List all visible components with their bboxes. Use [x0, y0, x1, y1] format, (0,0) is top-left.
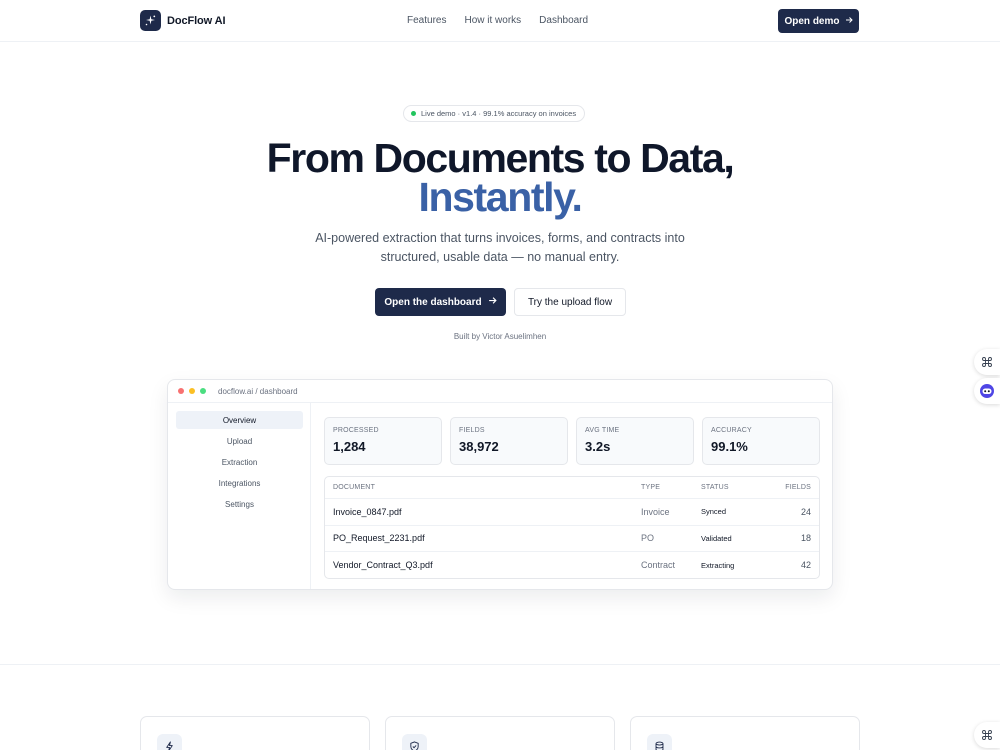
section-divider	[0, 664, 1000, 665]
feature-card-speed	[140, 716, 370, 750]
window-titlebar: docflow.ai / dashboard	[168, 380, 832, 403]
hero-title-period: .	[571, 174, 582, 220]
column-header-document[interactable]: DOCUMENT	[333, 477, 375, 498]
sidebar-item-overview[interactable]: Overview	[176, 411, 303, 429]
cell-fields: 24	[800, 506, 811, 517]
column-header-status[interactable]: STATUS	[701, 477, 729, 498]
column-header-fields[interactable]: FIELDS	[785, 477, 811, 498]
stat-value: 1,284	[333, 439, 366, 454]
stat-card-fields: FIELDS 38,972	[450, 417, 568, 465]
open-dashboard-button[interactable]: Open the dashboard	[375, 288, 506, 316]
stat-card-avg-time: AVG TIME 3.2s	[576, 417, 694, 465]
author-credit: Built by Victor Asuelimhen	[453, 332, 547, 341]
stat-value: 3.2s	[585, 439, 611, 454]
database-icon	[647, 734, 672, 750]
cell-type: Contract	[641, 560, 676, 571]
brand-logo[interactable]: DocFlow AI	[140, 10, 226, 31]
stat-label: ACCURACY	[711, 427, 752, 434]
cell-fields: 18	[800, 533, 811, 544]
stat-label: AVG TIME	[585, 427, 620, 434]
cell-status: Synced	[701, 507, 727, 517]
open-demo-label: Open demo	[784, 15, 840, 27]
try-upload-button[interactable]: Try the upload flow	[514, 288, 626, 316]
cell-document: PO_Request_2231.pdf	[333, 533, 425, 544]
dashboard-sidebar: Overview Upload Extraction Integrations …	[168, 403, 311, 589]
documents-table: DOCUMENT TYPE STATUS FIELDS Invoice_0847…	[324, 476, 820, 579]
hero-title-line2: Instantly.	[0, 174, 1000, 221]
arrow-right-icon	[845, 16, 853, 27]
nav-link-how-it-works[interactable]: How it works	[464, 15, 521, 26]
stat-card-processed: PROCESSED 1,284	[324, 417, 442, 465]
stat-value: 99.1%	[711, 439, 748, 454]
hero-subtitle: AI-powered extraction that turns invoice…	[0, 229, 1000, 267]
brand-name: DocFlow AI	[167, 14, 226, 27]
sidebar-item-integrations[interactable]: Integrations	[176, 474, 303, 492]
cell-type: PO	[641, 533, 655, 544]
assistant-face-icon[interactable]	[974, 378, 1000, 404]
column-header-type[interactable]: TYPE	[641, 477, 660, 498]
hero-cta-row: Open the dashboard Try the upload flow	[375, 288, 626, 316]
stat-label: PROCESSED	[333, 427, 379, 434]
command-icon[interactable]	[974, 349, 1000, 375]
top-nav: DocFlow AI Features How it works Dashboa…	[0, 0, 1000, 42]
live-demo-badge: Live demo · v1.4 · 99.1% accuracy on inv…	[403, 105, 586, 122]
dashboard-preview: docflow.ai / dashboard Overview Upload E…	[167, 379, 833, 590]
sidebar-item-settings[interactable]: Settings	[176, 495, 303, 513]
nav-link-features[interactable]: Features	[407, 15, 446, 26]
stat-label: FIELDS	[459, 427, 485, 434]
hero-title-accent: Instantly	[418, 174, 573, 220]
table-row[interactable]: PO_Request_2231.pdf PO Validated 18	[325, 526, 819, 552]
cell-status: Extracting	[701, 560, 735, 570]
command-icon[interactable]	[974, 722, 1000, 748]
cell-type: Invoice	[641, 506, 670, 517]
hero-subtitle-line1: AI-powered extraction that turns invoice…	[315, 231, 685, 245]
cell-document: Vendor_Contract_Q3.pdf	[333, 560, 433, 571]
cell-fields: 42	[800, 560, 811, 571]
live-demo-badge-text: Live demo · v1.4 · 99.1% accuracy on inv…	[421, 109, 577, 118]
feature-card-data	[630, 716, 860, 750]
nav-links: Features How it works Dashboard	[407, 15, 588, 26]
table-row[interactable]: Invoice_0847.pdf Invoice Synced 24	[325, 499, 819, 526]
stat-value: 38,972	[459, 439, 499, 454]
cell-status: Validated	[701, 533, 732, 543]
stats-row: PROCESSED 1,284 FIELDS 38,972 AVG TIME 3…	[324, 417, 820, 465]
feature-card-security	[385, 716, 615, 750]
sidebar-item-extraction[interactable]: Extraction	[176, 453, 303, 471]
sidebar-item-upload[interactable]: Upload	[176, 432, 303, 450]
lightning-icon	[157, 734, 182, 750]
live-status-dot	[411, 111, 416, 116]
nav-link-dashboard[interactable]: Dashboard	[539, 15, 588, 26]
shield-check-icon	[402, 734, 427, 750]
open-dashboard-label: Open the dashboard	[384, 296, 482, 308]
hero-subtitle-line2: structured, usable data — no manual entr…	[380, 250, 620, 264]
landing-page: DocFlow AI Features How it works Dashboa…	[0, 0, 1000, 750]
sparkle-icon	[140, 10, 161, 31]
window-close-dot	[178, 388, 184, 394]
window-url: docflow.ai / dashboard	[218, 386, 298, 396]
cell-document: Invoice_0847.pdf	[333, 506, 402, 517]
window-zoom-dot	[200, 388, 206, 394]
open-demo-button[interactable]: Open demo	[778, 9, 859, 33]
table-row[interactable]: Vendor_Contract_Q3.pdf Contract Extracti…	[325, 552, 819, 578]
arrow-right-icon	[488, 296, 497, 308]
stat-card-accuracy: ACCURACY 99.1%	[702, 417, 820, 465]
table-header-row: DOCUMENT TYPE STATUS FIELDS	[325, 477, 819, 499]
window-minimize-dot	[189, 388, 195, 394]
